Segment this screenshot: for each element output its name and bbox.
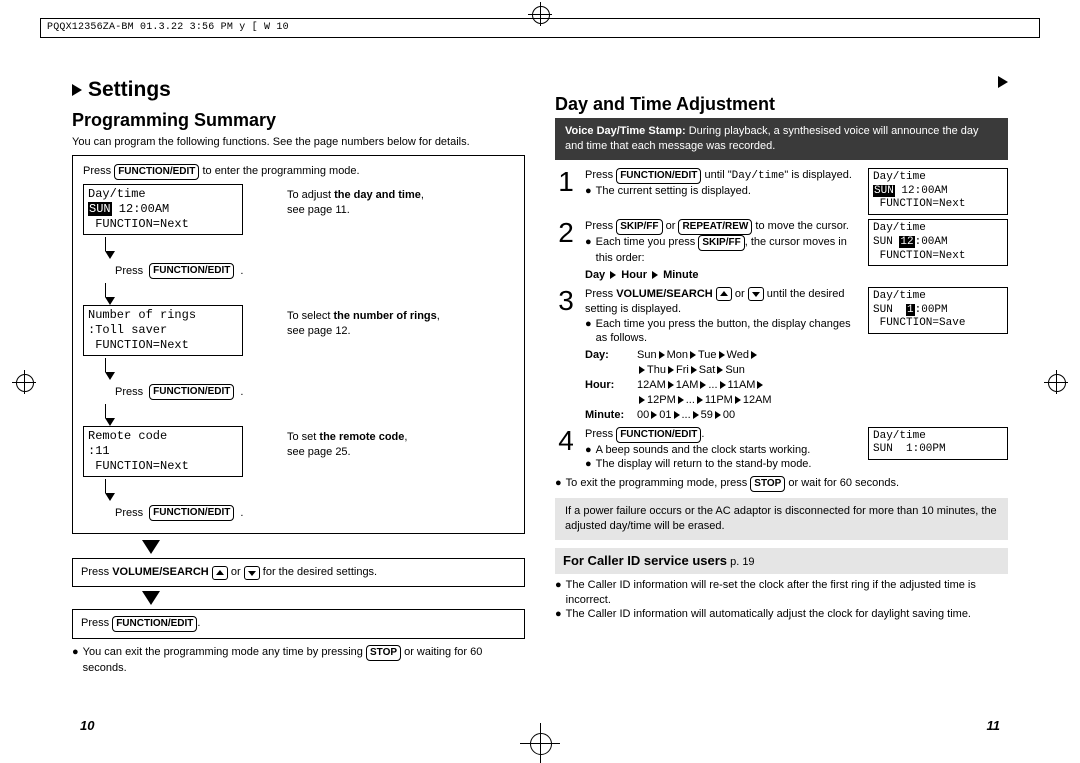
caret-right-icon: [72, 84, 82, 96]
step-number: 3: [555, 287, 577, 423]
flow-connector: [105, 479, 106, 493]
up-arrow-icon: [212, 566, 228, 580]
left-intro: You can program the following functions.…: [72, 135, 525, 150]
page-number-left: 10: [80, 717, 94, 735]
function-edit-key: FUNCTION/EDIT: [616, 427, 701, 443]
step-3: 3 Press VOLUME/SEARCH or until the desir…: [555, 287, 1008, 423]
flow-intro: Press FUNCTION/EDIT to enter the program…: [83, 164, 514, 180]
arrow-down-icon: [105, 493, 115, 501]
lcd-step4: Day/time SUN 1:00PM: [868, 427, 1008, 461]
down-arrow-icon: [244, 566, 260, 580]
arrow-down-icon: [105, 297, 115, 305]
lcd-daytime: Day/time SUN 12:00AM FUNCTION=Next: [83, 184, 243, 235]
left-page: Settings Programming Summary You can pro…: [72, 46, 525, 676]
header-docid: PQQX12356ZA-BM 01.3.22 3:56 PM y [ W 10: [47, 22, 289, 33]
caller-id-note-2: ●The Caller ID information will automati…: [555, 607, 1008, 622]
function-edit-key: FUNCTION/EDIT: [149, 263, 234, 279]
section-title-text: Settings: [88, 76, 171, 104]
lcd-step1: Day/time SUN 12:00AM FUNCTION=Next: [868, 168, 1008, 215]
lcd-step3: Day/time SUN 1:00PM FUNCTION=Save: [868, 287, 1008, 334]
function-edit-key: FUNCTION/EDIT: [114, 164, 199, 180]
flow-step-2-desc: To select the number of rings, see page …: [287, 309, 440, 339]
flow-step-3: Remote code :11 FUNCTION=Next To set the…: [83, 426, 514, 477]
flow-step-1-desc: To adjust the day and time, see page 11.: [287, 188, 424, 218]
step-4: 4 Press FUNCTION/EDIT. ●A beep sounds an…: [555, 427, 1008, 473]
caller-id-heading: For Caller ID service users: [563, 553, 727, 568]
step-2: 2 Press SKIP/FF or REPEAT/REW to move th…: [555, 219, 1008, 283]
stop-key: STOP: [750, 476, 785, 492]
flow-step-2: Number of rings :Toll saver FUNCTION=Nex…: [83, 305, 514, 356]
crop-mark-top-icon: [528, 2, 552, 26]
crop-mark-bottom-icon: [520, 723, 560, 763]
stop-key: STOP: [366, 645, 401, 661]
arrow-right-icon: [652, 271, 658, 279]
flow-press-3: Press FUNCTION/EDIT.: [115, 505, 514, 521]
programming-flow-box: Press FUNCTION/EDIT to enter the program…: [72, 155, 525, 534]
flow-press-2: Press FUNCTION/EDIT.: [115, 384, 514, 400]
function-edit-key: FUNCTION/EDIT: [149, 384, 234, 400]
lcd-rings: Number of rings :Toll saver FUNCTION=Nex…: [83, 305, 243, 356]
skip-ff-key: SKIP/FF: [698, 235, 744, 251]
lcd-remote: Remote code :11 FUNCTION=Next: [83, 426, 243, 477]
exit-note: ● You can exit the programming mode any …: [72, 645, 525, 676]
flow-step-1: Day/time SUN 12:00AM FUNCTION=Next To ad…: [83, 184, 514, 235]
flow-press-1: Press FUNCTION/EDIT.: [115, 263, 514, 279]
final-press-box: Press FUNCTION/EDIT.: [72, 609, 525, 639]
page-columns: Settings Programming Summary You can pro…: [72, 46, 1008, 676]
step-number: 2: [555, 219, 577, 283]
step-number: 4: [555, 427, 577, 473]
section-title-row: Settings: [72, 76, 525, 104]
step-list: 1 Press FUNCTION/EDIT until "Day/time" i…: [555, 168, 1008, 472]
repeat-rew-key: REPEAT/REW: [678, 219, 752, 235]
flow-connector: [105, 283, 106, 297]
exit-hint: ● To exit the programming mode, press ST…: [555, 476, 1008, 492]
arrow-down-icon: [105, 418, 115, 426]
step-number: 1: [555, 168, 577, 215]
power-failure-note: If a power failure occurs or the AC adap…: [555, 498, 1008, 540]
lcd-step2: Day/time SUN 12:00AM FUNCTION=Next: [868, 219, 1008, 266]
skip-ff-key: SKIP/FF: [616, 219, 662, 235]
left-heading: Programming Summary: [72, 108, 525, 132]
up-arrow-icon: [716, 287, 732, 301]
step-1: 1 Press FUNCTION/EDIT until "Day/time" i…: [555, 168, 1008, 215]
arrow-down-icon: [105, 251, 115, 259]
volume-search-box: Press VOLUME/SEARCH or for the desired s…: [72, 558, 525, 587]
function-edit-key: FUNCTION/EDIT: [149, 505, 234, 521]
caller-id-note-1: ●The Caller ID information will re-set t…: [555, 578, 1008, 608]
flow-connector: [105, 358, 106, 372]
arrow-down-icon: [105, 372, 115, 380]
big-arrow-down-icon: [142, 591, 160, 605]
right-page: Day and Time Adjustment Voice Day/Time S…: [555, 46, 1008, 676]
caller-id-heading-row: For Caller ID service users p. 19: [555, 548, 1008, 574]
big-arrow-down-icon: [142, 540, 160, 554]
caret-right-icon: [998, 76, 1008, 88]
crop-mark-left-icon: [12, 370, 36, 394]
arrow-right-icon: [610, 271, 616, 279]
function-edit-key: FUNCTION/EDIT: [112, 616, 197, 632]
right-heading: Day and Time Adjustment: [555, 92, 1008, 116]
flow-connector: [105, 404, 106, 418]
crop-mark-right-icon: [1044, 370, 1068, 394]
voice-stamp-box: Voice Day/Time Stamp: During playback, a…: [555, 118, 1008, 160]
section-caret-row: [555, 76, 1008, 88]
manual-spread: PQQX12356ZA-BM 01.3.22 3:56 PM y [ W 10 …: [0, 0, 1080, 763]
page-number-right: 11: [987, 717, 1001, 735]
flow-step-3-desc: To set the remote code, see page 25.: [287, 430, 407, 460]
function-edit-key: FUNCTION/EDIT: [616, 168, 701, 184]
section-title: Settings: [72, 76, 171, 104]
down-arrow-icon: [748, 287, 764, 301]
flow-connector: [105, 237, 106, 251]
